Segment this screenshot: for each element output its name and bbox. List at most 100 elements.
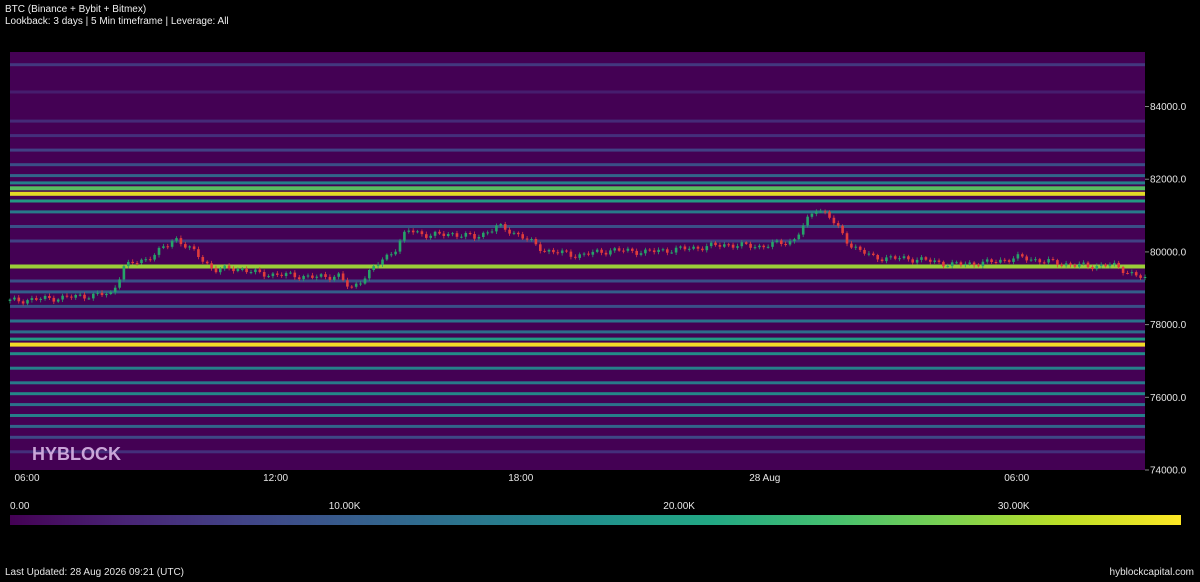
candle-body [521, 234, 524, 239]
candle-body [670, 252, 673, 254]
candle-body [1060, 264, 1063, 266]
colorbar-ticks: 0.00 10.00K 20.00K 30.00K [10, 501, 1030, 512]
liquidation-band [10, 134, 1145, 138]
candle-body [192, 246, 196, 250]
liquidation-band [10, 342, 1145, 347]
candle-body [705, 246, 709, 251]
candle-body [854, 246, 858, 248]
candle-body [420, 231, 424, 235]
candle-body [1051, 259, 1055, 260]
liquidation-band [10, 186, 1145, 191]
liquidation-band [10, 424, 1145, 428]
candle-body [407, 230, 411, 232]
candle-body [346, 280, 349, 287]
candle-body [1082, 262, 1085, 264]
candle-body [587, 253, 590, 255]
candle-body [749, 243, 752, 248]
candle-body [363, 278, 367, 284]
candle-body [258, 269, 262, 272]
candle-body [100, 292, 104, 296]
candle-body [885, 257, 888, 262]
candle-body [473, 234, 476, 239]
candle-body [52, 297, 56, 302]
candle-body [609, 250, 612, 255]
candle-body [915, 259, 919, 263]
x-tick-label: 28 Aug [749, 473, 780, 484]
candle-body [582, 253, 586, 255]
candle-body [823, 211, 827, 213]
candle-body [170, 240, 174, 247]
y-tick-label: 78000.0 [1150, 320, 1187, 331]
candle-body [784, 244, 787, 245]
candle-body [13, 297, 16, 300]
candle-body [753, 247, 757, 249]
candle-body [166, 246, 170, 248]
candle-body [337, 273, 340, 277]
candle-body [205, 261, 209, 264]
candle-body [1117, 262, 1120, 268]
candle-body [1091, 267, 1094, 270]
candle-body [810, 213, 814, 217]
candle-body [1064, 263, 1068, 266]
candle-body [793, 239, 796, 242]
candle-body [569, 251, 573, 257]
candle-body [1095, 265, 1099, 270]
x-tick-label: 18:00 [508, 473, 533, 484]
candle-body [267, 276, 270, 278]
candle-body [284, 273, 288, 276]
candle-body [1104, 264, 1107, 267]
candle-body [539, 244, 542, 251]
candle-body [972, 262, 976, 266]
candle-body [815, 211, 818, 214]
liquidation-band [10, 337, 1145, 341]
candle-body [70, 296, 73, 298]
colorbar-tick-label: 20.00K [663, 501, 695, 512]
candle-body [1042, 262, 1046, 264]
candle-body [880, 259, 884, 262]
candle-body [109, 292, 113, 294]
candle-body [1016, 254, 1020, 259]
candle-body [1007, 260, 1011, 262]
candle-body [210, 263, 213, 269]
candle-body [771, 242, 774, 247]
candle-body [525, 238, 529, 240]
candle-body [657, 249, 660, 252]
site-link[interactable]: hyblockcapital.com [1110, 567, 1194, 578]
candle-body [595, 249, 599, 252]
candle-body [455, 233, 459, 237]
candle-body [766, 246, 770, 248]
candle-body [1078, 263, 1081, 267]
candle-body [512, 232, 516, 234]
candle-body [709, 242, 713, 247]
candle-body [381, 259, 384, 265]
candle-body [924, 257, 928, 260]
y-tick-label: 74000.0 [1150, 466, 1187, 477]
y-axis: 84000.0 82000.0 80000.0 78000.0 76000.0 74000… [1145, 102, 1187, 477]
candle-body [56, 299, 60, 302]
candle-body [271, 273, 275, 277]
candle-body [442, 233, 446, 236]
colorbar-tick-label: 0.00 [10, 501, 30, 512]
candle-body [644, 249, 647, 254]
liquidation-band [10, 403, 1145, 407]
candle-body [319, 274, 323, 277]
candle-body [477, 237, 481, 239]
candle-body [372, 266, 375, 270]
candle-body [433, 231, 437, 236]
candle-body [893, 256, 897, 259]
candle-body [486, 232, 489, 234]
candle-body [105, 294, 108, 296]
liquidation-band [10, 319, 1145, 323]
candle-body [898, 258, 901, 260]
liquidation-band [10, 174, 1145, 178]
liquidation-band [10, 90, 1145, 94]
candle-body [245, 268, 248, 273]
candle-body [920, 257, 923, 260]
candle-body [648, 249, 652, 251]
candle-body [306, 275, 310, 277]
candle-body [96, 292, 99, 294]
candle-body [547, 249, 551, 252]
candle-body [968, 262, 971, 264]
candle-body [736, 246, 739, 248]
candle-body [876, 255, 879, 260]
